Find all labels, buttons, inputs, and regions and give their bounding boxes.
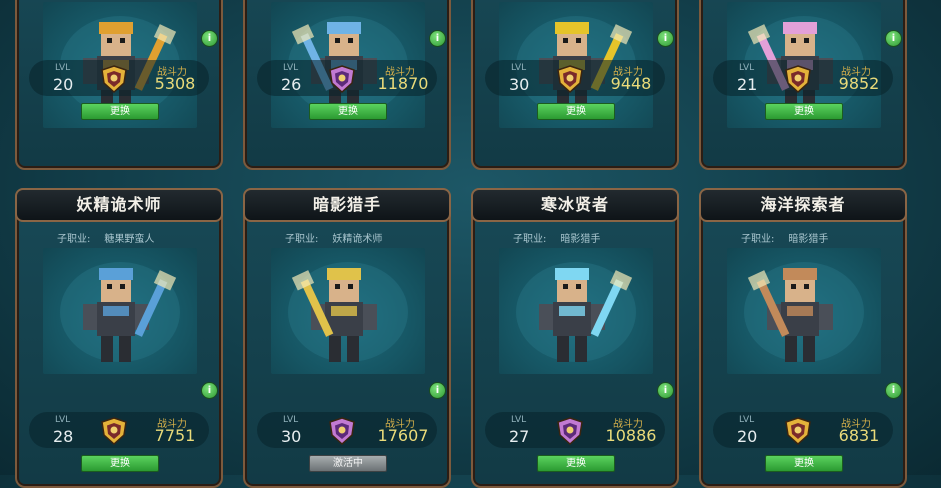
- rank-badge-icon: [327, 416, 357, 446]
- info-icon[interactable]: i: [201, 30, 218, 47]
- hero-stats: LVL 30 战斗力 17607: [257, 412, 437, 448]
- hero-card[interactable]: i LVL 21 战斗力 9852 更换: [699, 0, 907, 170]
- hero-title: 海洋探索者: [699, 188, 907, 222]
- level-label: LVL: [511, 415, 527, 425]
- info-icon[interactable]: i: [657, 382, 674, 399]
- info-icon[interactable]: i: [429, 382, 446, 399]
- level-label: LVL: [511, 63, 527, 73]
- rank-badge-icon: [99, 416, 129, 446]
- level-label: LVL: [739, 415, 755, 425]
- level-value: 21: [737, 75, 758, 94]
- level-value: 20: [737, 427, 758, 446]
- hero-stats: LVL 26 战斗力 11870: [257, 60, 437, 96]
- rank-badge-icon: [99, 64, 129, 94]
- level-label: LVL: [283, 63, 299, 73]
- combat-power-value: 7751: [154, 426, 196, 445]
- rank-badge-icon: [555, 64, 585, 94]
- combat-power-value: 17607: [377, 426, 429, 445]
- combat-power-value: 9448: [610, 74, 652, 93]
- hero-card[interactable]: i LVL 20 战斗力 5308 更换: [15, 0, 223, 170]
- info-icon[interactable]: i: [657, 30, 674, 47]
- rank-badge-icon: [327, 64, 357, 94]
- combat-power-value: 9852: [838, 74, 880, 93]
- level-value: 30: [509, 75, 530, 94]
- level-value: 30: [281, 427, 302, 446]
- subclass-label: 子职业:: [285, 234, 319, 245]
- hero-card[interactable]: i LVL 26 战斗力 11870 更换: [243, 0, 451, 170]
- combat-power-value: 11870: [377, 74, 429, 93]
- subclass-value: 妖精诡术师: [332, 234, 383, 245]
- level-label: LVL: [739, 63, 755, 73]
- hero-card[interactable]: i LVL 30 战斗力 9448 更换: [471, 0, 679, 170]
- combat-power-value: 10886: [605, 426, 657, 445]
- hero-card[interactable]: 寒冰贤者 子职业: 暗影猎手 i LVL 27 战斗力 10886 更换: [471, 188, 679, 488]
- level-label: LVL: [55, 63, 71, 73]
- swap-button[interactable]: 更换: [81, 455, 159, 472]
- level-value: 26: [281, 75, 302, 94]
- level-label: LVL: [283, 415, 299, 425]
- subclass-label: 子职业:: [741, 234, 775, 245]
- subclass-value: 暗影猎手: [560, 234, 601, 245]
- subclass-value: 糖果野蛮人: [104, 234, 155, 245]
- subclass-label: 子职业:: [513, 234, 547, 245]
- hero-stats: LVL 27 战斗力 10886: [485, 412, 665, 448]
- level-value: 28: [53, 427, 74, 446]
- hero-stats: LVL 20 战斗力 6831: [713, 412, 893, 448]
- subclass-label: 子职业:: [57, 234, 91, 245]
- info-icon[interactable]: i: [201, 382, 218, 399]
- hero-card[interactable]: 海洋探索者 子职业: 暗影猎手 i LVL 20 战斗力 6831 更换: [699, 188, 907, 488]
- swap-button[interactable]: 更换: [765, 103, 843, 120]
- hero-title: 暗影猎手: [243, 188, 451, 222]
- swap-button[interactable]: 更换: [309, 103, 387, 120]
- subclass-value: 暗影猎手: [788, 234, 829, 245]
- swap-button[interactable]: 更换: [537, 103, 615, 120]
- subclass-line: 子职业: 暗影猎手: [741, 230, 828, 245]
- hero-portrait: [271, 248, 425, 374]
- rank-badge-icon: [783, 416, 813, 446]
- level-value: 27: [509, 427, 530, 446]
- hero-title: 寒冰贤者: [471, 188, 679, 222]
- combat-power-value: 5308: [154, 74, 196, 93]
- swap-button[interactable]: 更换: [765, 455, 843, 472]
- combat-power-value: 6831: [838, 426, 880, 445]
- swap-button[interactable]: 更换: [81, 103, 159, 120]
- level-label: LVL: [55, 415, 71, 425]
- hero-portrait: [499, 248, 653, 374]
- active-status-button[interactable]: 激活中: [309, 455, 387, 472]
- hero-portrait: [727, 248, 881, 374]
- hero-stats: LVL 20 战斗力 5308: [29, 60, 209, 96]
- hero-stats: LVL 30 战斗力 9448: [485, 60, 665, 96]
- hero-stats: LVL 28 战斗力 7751: [29, 412, 209, 448]
- hero-card[interactable]: 妖精诡术师 子职业: 糖果野蛮人 i LVL 28 战斗力 7751 更换: [15, 188, 223, 488]
- hero-portrait: [43, 248, 197, 374]
- rank-badge-icon: [555, 416, 585, 446]
- hero-card[interactable]: 暗影猎手 子职业: 妖精诡术师 i LVL 30 战斗力 17607 激活中: [243, 188, 451, 488]
- subclass-line: 子职业: 暗影猎手: [513, 230, 600, 245]
- subclass-line: 子职业: 糖果野蛮人: [57, 230, 154, 245]
- level-value: 20: [53, 75, 74, 94]
- info-icon[interactable]: i: [885, 30, 902, 47]
- info-icon[interactable]: i: [885, 382, 902, 399]
- info-icon[interactable]: i: [429, 30, 446, 47]
- hero-title: 妖精诡术师: [15, 188, 223, 222]
- rank-badge-icon: [783, 64, 813, 94]
- swap-button[interactable]: 更换: [537, 455, 615, 472]
- hero-stats: LVL 21 战斗力 9852: [713, 60, 893, 96]
- subclass-line: 子职业: 妖精诡术师: [285, 230, 382, 245]
